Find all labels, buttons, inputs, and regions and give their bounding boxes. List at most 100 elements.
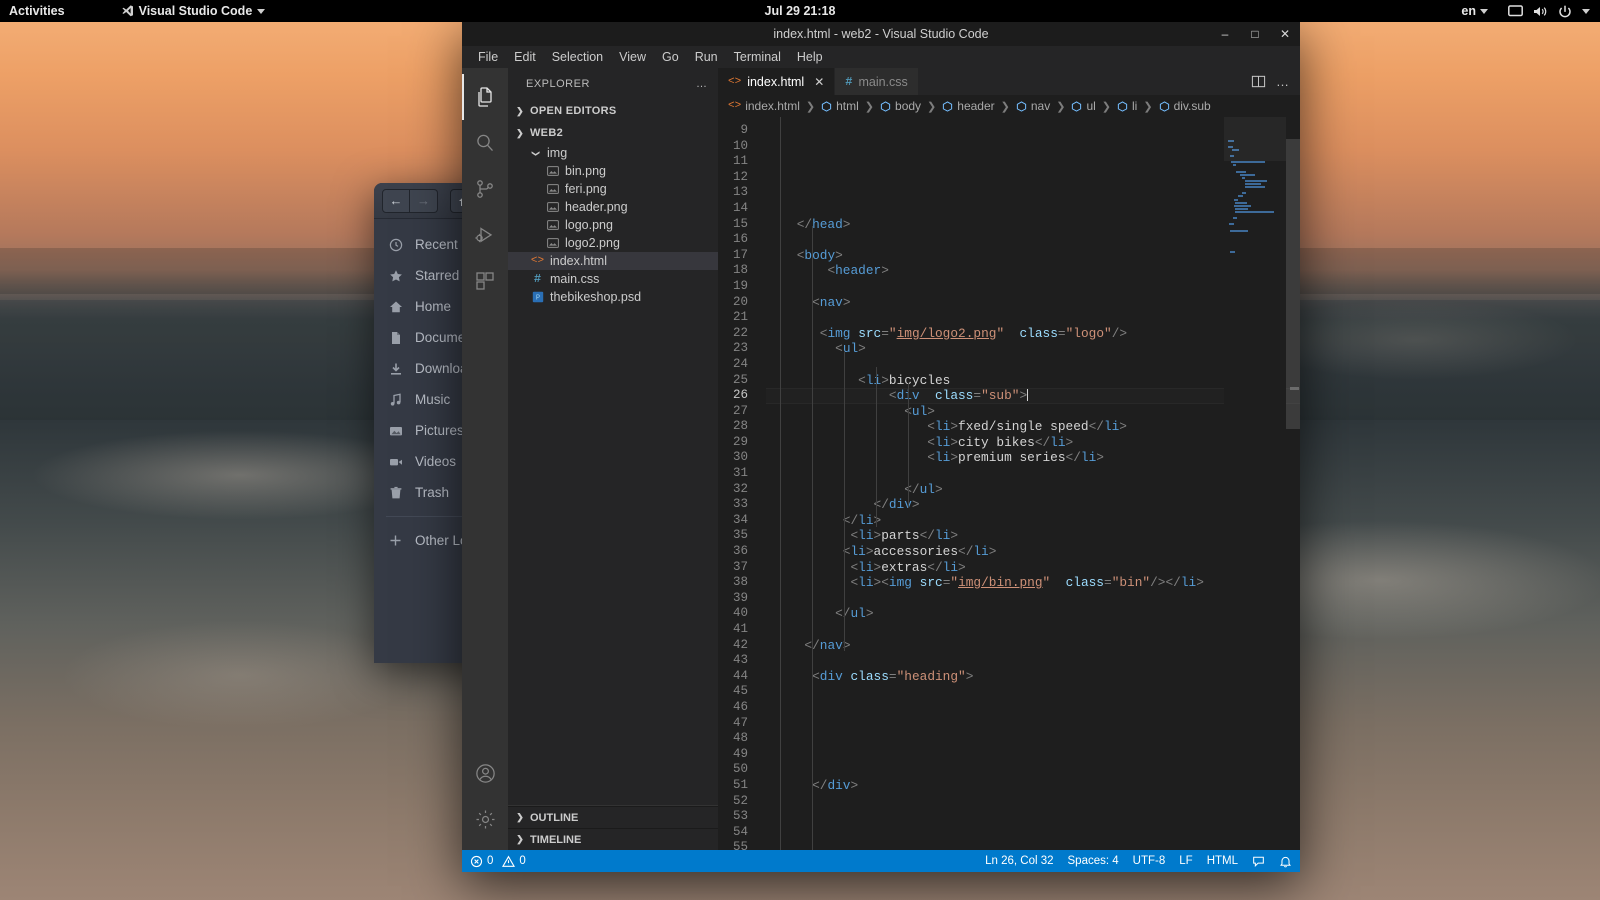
code-line[interactable]: <li>accessories</li> <box>766 544 1300 560</box>
code-line[interactable] <box>766 185 1300 201</box>
tree-item-feri-png[interactable]: feri.png <box>508 180 718 198</box>
code-line[interactable] <box>766 684 1300 700</box>
app-menu-button[interactable]: Visual Studio Code <box>112 0 275 22</box>
code-line[interactable]: <div class="heading"> <box>766 669 1300 685</box>
breadcrumb-item-div-sub[interactable]: div.sub <box>1159 99 1211 113</box>
code-line[interactable]: </ul> <box>766 482 1300 498</box>
code-line[interactable]: <li>extras</li> <box>766 560 1300 576</box>
eol-status[interactable]: LF <box>1179 855 1192 867</box>
code-line[interactable]: </div> <box>766 497 1300 513</box>
close-button[interactable]: ✕ <box>1270 22 1300 46</box>
breadcrumb-item-body[interactable]: body <box>880 99 921 113</box>
maximize-button[interactable]: □ <box>1240 22 1270 46</box>
code-line[interactable] <box>766 201 1300 217</box>
editor-actions[interactable]: … <box>1241 68 1300 95</box>
code-line[interactable]: <body> <box>766 248 1300 264</box>
bell-icon[interactable] <box>1279 855 1292 868</box>
tree-item-logo2-png[interactable]: logo2.png <box>508 234 718 252</box>
menu-terminal[interactable]: Terminal <box>726 48 789 66</box>
code-line[interactable]: <nav> <box>766 295 1300 311</box>
menu-go[interactable]: Go <box>654 48 687 66</box>
activity-run-debug-button[interactable] <box>462 212 508 258</box>
code-line[interactable] <box>766 747 1300 763</box>
tree-item-folder-img[interactable]: ❯ img <box>508 144 718 162</box>
code-line[interactable] <box>766 139 1300 155</box>
scrollbar-thumb[interactable] <box>1286 139 1300 429</box>
breadcrumb-item-ul[interactable]: ul <box>1071 99 1095 113</box>
timeline-panel-header[interactable]: ❯ TIMELINE <box>508 828 718 850</box>
code-line[interactable]: <li>fxed/single speed</li> <box>766 419 1300 435</box>
editor-tabs[interactable]: <> index.html ✕ # main.css … <box>718 68 1300 95</box>
code-line[interactable] <box>766 653 1300 669</box>
activity-search-button[interactable] <box>462 120 508 166</box>
explorer-sidebar[interactable]: EXPLORER … ❯ OPEN EDITORS ❯ WEB2 ❯ img b… <box>508 68 718 850</box>
code-line[interactable] <box>766 466 1300 482</box>
outline-panel-header[interactable]: ❯ OUTLINE <box>508 806 718 828</box>
status-bar[interactable]: 0 0 Ln 26, Col 32 Spaces: 4 UTF-8 LF HTM… <box>462 850 1300 872</box>
code-line[interactable]: <ul> <box>766 404 1300 420</box>
code-line[interactable] <box>766 840 1300 850</box>
tree-item-logo-png[interactable]: logo.png <box>508 216 718 234</box>
breadcrumb-item-index-html[interactable]: <> index.html <box>728 99 800 113</box>
code-content[interactable]: </head> <body> <header> <nav> <img src="… <box>766 117 1300 850</box>
code-line[interactable]: <img src="img/logo2.png" class="logo"/> <box>766 326 1300 342</box>
code-line[interactable] <box>766 825 1300 841</box>
activity-source-control-button[interactable] <box>462 166 508 212</box>
tree-item-bin-png[interactable]: bin.png <box>508 162 718 180</box>
forward-button[interactable]: → <box>410 189 438 213</box>
vertical-scrollbar[interactable] <box>1286 117 1300 850</box>
breadcrumb-item-header[interactable]: header <box>942 99 994 113</box>
sidebar-panels[interactable]: ❯ OUTLINE ❯ TIMELINE <box>508 805 718 850</box>
breadcrumb[interactable]: <> index.html ❯ html ❯ body ❯ header ❯ <box>718 95 1300 117</box>
cursor-position-status[interactable]: Ln 26, Col 32 <box>985 855 1053 867</box>
code-line[interactable] <box>766 591 1300 607</box>
language-mode-status[interactable]: HTML <box>1207 855 1238 867</box>
code-line[interactable]: </li> <box>766 513 1300 529</box>
menu-view[interactable]: View <box>611 48 654 66</box>
more-actions-icon[interactable]: … <box>696 78 708 90</box>
code-line[interactable]: <li><img src="img/bin.png" class="bin"/>… <box>766 575 1300 591</box>
code-line[interactable]: </div> <box>766 778 1300 794</box>
minimap-slider[interactable] <box>1224 117 1286 161</box>
file-tree[interactable]: ❯ img bin.png feri.png header.png <box>508 144 718 805</box>
activity-settings-button[interactable] <box>462 796 508 842</box>
breadcrumb-item-nav[interactable]: nav <box>1016 99 1050 113</box>
clock[interactable]: Jul 29 21:18 <box>765 4 836 18</box>
window-controls[interactable]: – □ ✕ <box>1210 22 1300 46</box>
indentation-status[interactable]: Spaces: 4 <box>1068 855 1119 867</box>
code-line[interactable]: <li>parts</li> <box>766 528 1300 544</box>
menu-edit[interactable]: Edit <box>506 48 544 66</box>
breadcrumb-item-li[interactable]: li <box>1117 99 1137 113</box>
more-actions-icon[interactable]: … <box>1276 74 1290 89</box>
code-line[interactable]: <li>city bikes</li> <box>766 435 1300 451</box>
tab-index-html[interactable]: <> index.html ✕ <box>718 68 835 95</box>
code-line[interactable]: </head> <box>766 217 1300 233</box>
code-line[interactable]: <div class="sub"> <box>766 388 1300 404</box>
code-line[interactable] <box>766 794 1300 810</box>
code-line[interactable] <box>766 700 1300 716</box>
menu-selection[interactable]: Selection <box>544 48 611 66</box>
workspace-section[interactable]: ❯ WEB2 <box>508 122 718 144</box>
encoding-status[interactable]: UTF-8 <box>1133 855 1166 867</box>
menu-run[interactable]: Run <box>687 48 726 66</box>
code-line[interactable]: </nav> <box>766 638 1300 654</box>
code-editor[interactable]: 9101112131415161718192021222324252627282… <box>718 117 1300 850</box>
code-line[interactable] <box>766 357 1300 373</box>
code-line[interactable] <box>766 279 1300 295</box>
code-line[interactable]: <header> <box>766 263 1300 279</box>
menubar[interactable]: File Edit Selection View Go Run Terminal… <box>462 46 1300 68</box>
problems-status[interactable]: 0 0 <box>470 855 526 868</box>
activity-explorer-button[interactable] <box>462 74 508 120</box>
activities-button[interactable]: Activities <box>0 0 74 22</box>
keyboard-layout-label[interactable]: en <box>1461 4 1476 18</box>
minimize-button[interactable]: – <box>1210 22 1240 46</box>
tree-item-main-css[interactable]: # main.css <box>508 270 718 288</box>
open-editors-section[interactable]: ❯ OPEN EDITORS <box>508 100 718 122</box>
code-line[interactable] <box>766 170 1300 186</box>
activity-bar[interactable] <box>462 68 508 850</box>
menu-help[interactable]: Help <box>789 48 831 66</box>
activity-extensions-button[interactable] <box>462 258 508 304</box>
code-line[interactable]: <li>bicycles <box>766 373 1300 389</box>
code-line[interactable] <box>766 716 1300 732</box>
vscode-window[interactable]: index.html - web2 - Visual Studio Code –… <box>462 22 1300 872</box>
